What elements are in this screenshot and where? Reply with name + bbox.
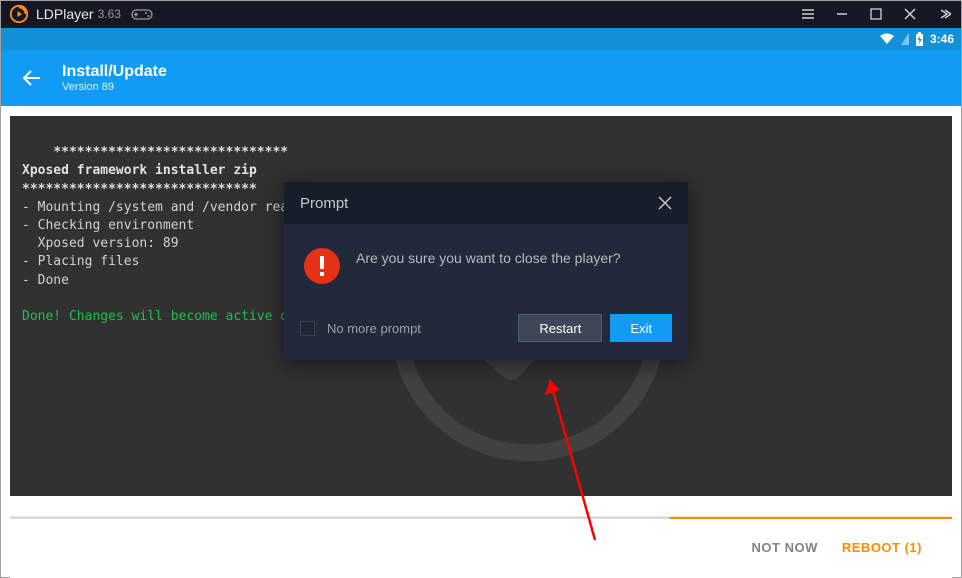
clock-time: 3:46: [930, 32, 954, 46]
gamepad-icon[interactable]: [131, 7, 153, 21]
exit-button[interactable]: Exit: [610, 314, 672, 342]
window-titlebar: LDPlayer 3.63: [0, 0, 962, 28]
alert-icon: [304, 248, 340, 284]
log-line: - Checking environment: [22, 218, 194, 233]
app-header: Install/Update Version 89: [0, 50, 962, 106]
no-more-prompt-checkbox[interactable]: [300, 321, 315, 336]
window-controls: [800, 6, 952, 22]
android-statusbar: 3:46: [0, 28, 962, 50]
log-line: ******************************: [53, 145, 288, 160]
ldplayer-logo-icon: [10, 5, 28, 23]
log-line: - Done: [22, 273, 69, 288]
wifi-icon: [879, 33, 895, 45]
log-line: Xposed framework installer zip: [22, 163, 257, 178]
restart-button[interactable]: Restart: [518, 314, 602, 342]
dialog-title: Prompt: [300, 195, 348, 212]
close-icon[interactable]: [902, 6, 918, 22]
log-line: - Placing files: [22, 254, 139, 269]
more-icon[interactable]: [936, 6, 952, 22]
maximize-icon[interactable]: [868, 6, 884, 22]
close-prompt-dialog: Prompt Are you sure you want to close th…: [284, 182, 688, 360]
app-name: LDPlayer: [36, 6, 94, 22]
not-now-button[interactable]: NOT NOW: [752, 540, 818, 555]
progress-divider: [10, 517, 952, 519]
dialog-close-icon[interactable]: [658, 196, 672, 210]
minimize-icon[interactable]: [834, 6, 850, 22]
log-line: Xposed version: 89: [22, 236, 179, 251]
page-title: Install/Update: [62, 63, 167, 81]
dialog-message: Are you sure you want to close the playe…: [356, 248, 621, 269]
reboot-button[interactable]: REBOOT (1): [842, 540, 922, 555]
page-subtitle: Version 89: [62, 81, 167, 93]
bottom-action-bar: NOT NOW REBOOT (1): [10, 516, 952, 578]
battery-icon: [915, 32, 924, 46]
app-version: 3.63: [98, 7, 121, 21]
checkbox-label: No more prompt: [327, 321, 421, 336]
menu-icon[interactable]: [800, 6, 816, 22]
log-line: ******************************: [22, 182, 257, 197]
back-button[interactable]: [20, 66, 44, 90]
signal-icon: [901, 33, 909, 45]
